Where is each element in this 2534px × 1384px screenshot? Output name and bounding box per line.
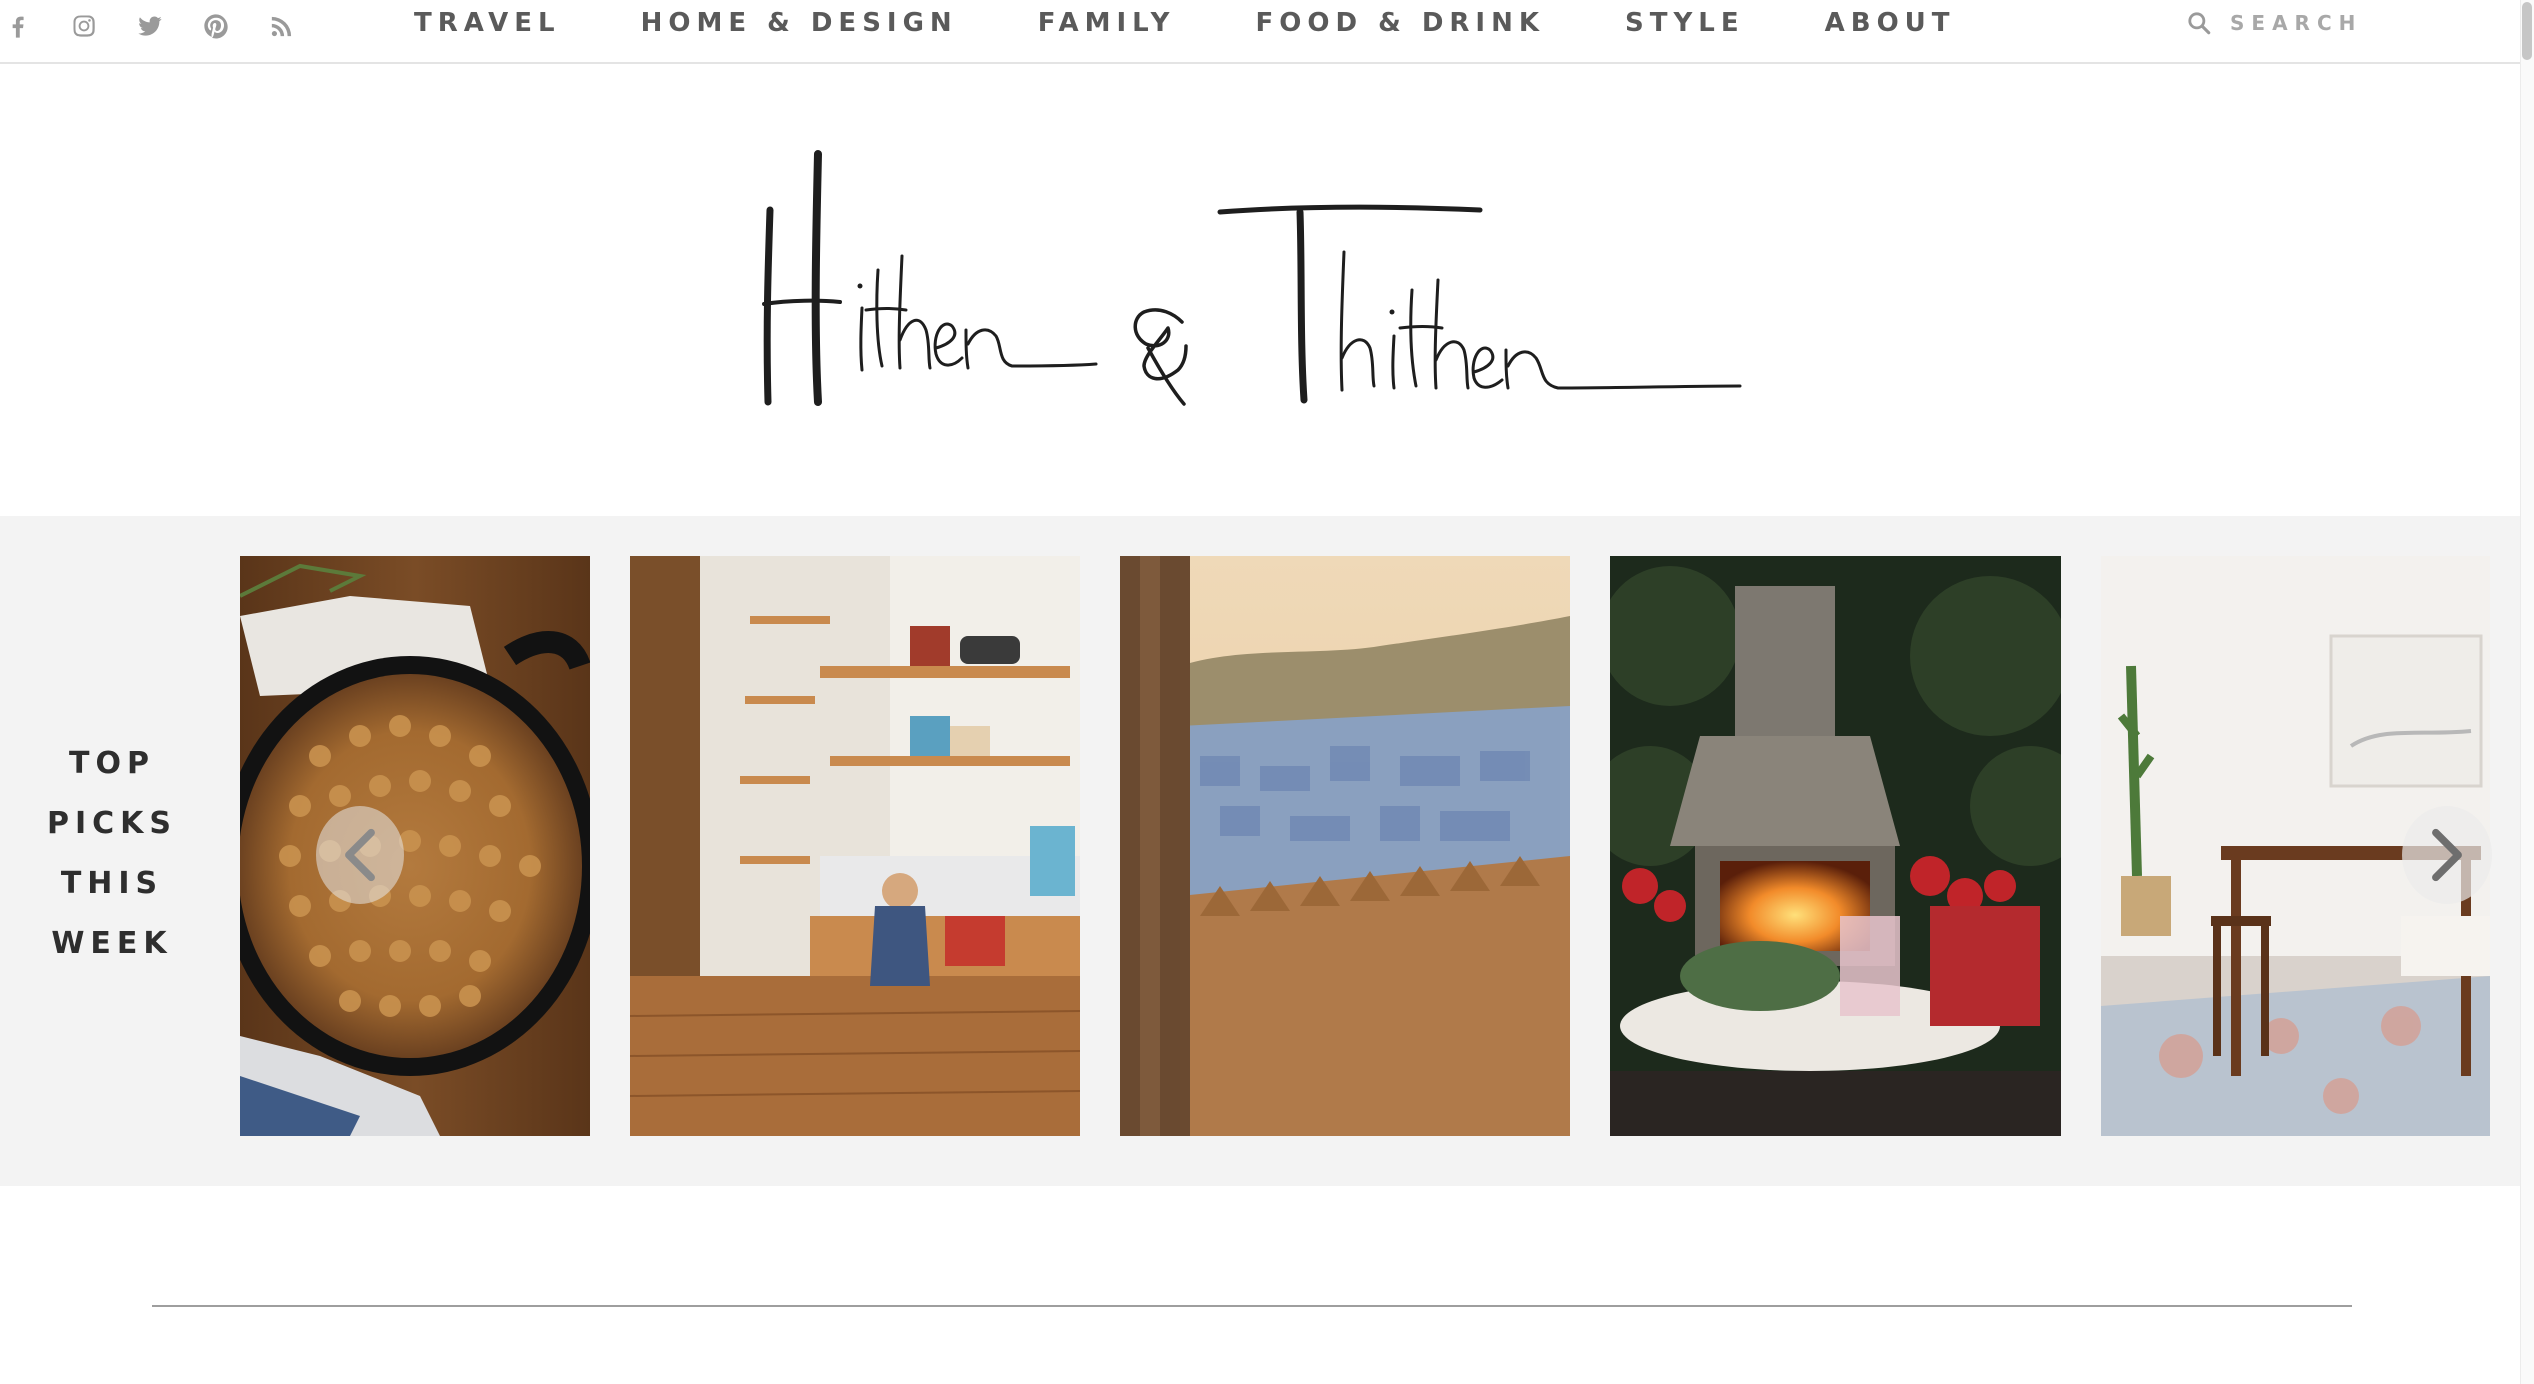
site-logo[interactable]	[740, 140, 1760, 430]
section-divider	[152, 1305, 2352, 1307]
rss-icon[interactable]	[266, 10, 298, 42]
top-picks-heading: TOP PICKS THIS WEEK	[40, 734, 184, 974]
top-bar: TRAVEL HOME & DESIGN FAMILY FOOD & DRINK…	[0, 0, 2520, 64]
facebook-icon[interactable]	[2, 10, 34, 42]
nav-item-travel[interactable]: TRAVEL	[414, 8, 561, 38]
carousel-next-button[interactable]	[2402, 806, 2492, 904]
nav-item-family[interactable]: FAMILY	[1038, 8, 1176, 38]
nav-item-about[interactable]: ABOUT	[1825, 8, 1956, 38]
heading-line: TOP	[69, 746, 155, 781]
page-scrollbar[interactable]	[2520, 0, 2534, 1384]
chevron-left-icon	[345, 828, 375, 882]
search-box	[2186, 6, 2430, 40]
scrollbar-thumb[interactable]	[2522, 2, 2532, 60]
instagram-icon[interactable]	[68, 10, 100, 42]
pinterest-icon[interactable]	[200, 10, 232, 42]
heading-line: PICKS	[46, 806, 178, 841]
carousel-card-outdoor-fireplace[interactable]	[1610, 556, 2061, 1136]
carousel-card-chickpea-skillet[interactable]	[240, 556, 590, 1136]
chevron-right-icon	[2432, 828, 2462, 882]
social-links	[0, 8, 332, 44]
nav-item-style[interactable]: STYLE	[1625, 8, 1745, 38]
search-icon[interactable]	[2186, 10, 2212, 36]
main-nav: TRAVEL HOME & DESIGN FAMILY FOOD & DRINK…	[414, 0, 1956, 46]
heading-line: THIS	[60, 866, 164, 901]
top-picks-carousel: TOP PICKS THIS WEEK	[0, 516, 2520, 1186]
carousel-card-blue-city[interactable]	[1120, 556, 1570, 1136]
heading-line: WEEK	[51, 926, 173, 961]
twitter-icon[interactable]	[134, 10, 166, 42]
carousel-card-kids-room[interactable]	[630, 556, 1080, 1136]
nav-item-home-design[interactable]: HOME & DESIGN	[641, 8, 958, 38]
nav-item-food-drink[interactable]: FOOD & DRINK	[1256, 8, 1546, 38]
carousel-prev-button[interactable]	[316, 806, 404, 904]
search-input[interactable]	[2230, 11, 2430, 35]
